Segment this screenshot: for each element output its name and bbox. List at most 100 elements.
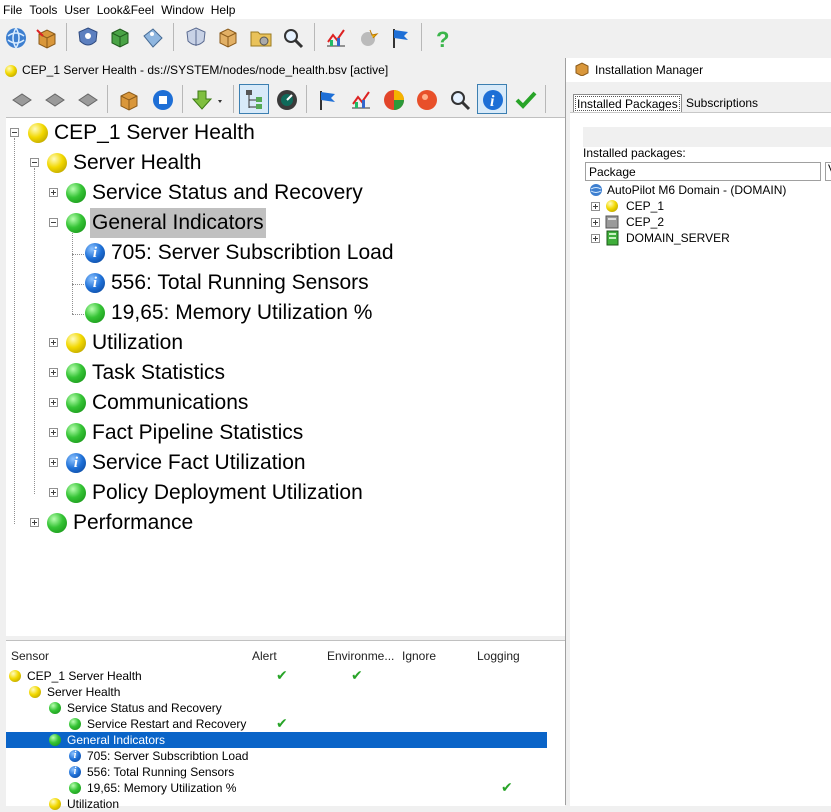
table-row[interactable]: CEP_1 Server Health ✔ ✔ (6, 668, 547, 684)
magnifier-icon[interactable] (444, 84, 474, 114)
check-icon[interactable] (510, 84, 540, 114)
alarm-icon[interactable] (411, 84, 441, 114)
expand-icon[interactable] (49, 368, 58, 377)
expand-icon[interactable] (49, 398, 58, 407)
installed-packages-label: Installed packages: (583, 146, 686, 160)
document-title-bar[interactable]: CEP_1 Server Health - ds://SYSTEM/nodes/… (0, 60, 563, 81)
green-box-icon[interactable] (104, 22, 134, 52)
diamond-icon[interactable] (72, 84, 102, 114)
table-row[interactable]: Service Status and Recovery (6, 700, 547, 716)
green-status-icon (66, 183, 86, 203)
green-status-icon (49, 734, 61, 746)
expand-icon[interactable] (591, 234, 600, 243)
expand-icon[interactable] (591, 202, 600, 211)
installation-manager-title-bar[interactable]: Installation Manager (566, 58, 831, 82)
green-status-icon (69, 782, 81, 794)
globe-icon (590, 184, 602, 196)
table-row[interactable]: i 705: Server Subscribtion Load (6, 748, 547, 764)
expand-icon[interactable] (49, 188, 58, 197)
document-toolbar: i (0, 81, 563, 117)
tab-installed-packages[interactable]: Installed Packages (573, 94, 682, 113)
package-icon (575, 62, 589, 76)
collapse-icon[interactable] (10, 128, 19, 137)
collapse-icon[interactable] (30, 158, 39, 167)
collapse-icon[interactable] (49, 218, 58, 227)
check-icon: ✔ (501, 779, 513, 795)
globe-icon[interactable] (0, 22, 30, 52)
flag-icon[interactable] (312, 84, 342, 114)
green-status-icon (85, 303, 105, 323)
burst-icon[interactable] (352, 22, 382, 52)
sensor-table: Sensor Alert Environme... Ignore Logging… (6, 640, 565, 811)
expand-icon[interactable] (49, 338, 58, 347)
installation-manager-title: Installation Manager (595, 63, 704, 77)
menu-help[interactable]: Help (208, 0, 240, 17)
column-header-sensor[interactable]: Sensor (11, 649, 49, 663)
table-row[interactable]: 19,65: Memory Utilization % ✔ (6, 780, 547, 796)
yellow-status-icon (5, 65, 17, 77)
info-icon[interactable]: i (477, 84, 507, 114)
package-icon[interactable] (113, 84, 143, 114)
table-row[interactable]: i 556: Total Running Sensors (6, 764, 547, 780)
green-status-icon (69, 718, 81, 730)
shield-icon[interactable] (180, 22, 210, 52)
yellow-status-icon (49, 798, 61, 810)
menu-user[interactable]: User (61, 0, 93, 17)
column-header-ignore[interactable]: Ignore (402, 649, 436, 663)
column-header-environment[interactable]: Environme... (327, 649, 394, 663)
expand-icon[interactable] (591, 218, 600, 227)
package-column-header[interactable]: Package (585, 162, 821, 181)
document-title: CEP_1 Server Health - ds://SYSTEM/nodes/… (22, 63, 389, 77)
stop-icon[interactable] (147, 84, 177, 114)
tree-icon[interactable] (239, 84, 269, 114)
expand-icon[interactable] (49, 458, 58, 467)
yellow-status-icon (47, 153, 67, 173)
green-status-icon (49, 702, 61, 714)
pie-icon[interactable] (378, 84, 408, 114)
version-column-header[interactable]: V (825, 162, 831, 181)
tab-subscriptions[interactable]: Subscriptions (683, 94, 761, 112)
table-row[interactable]: Utilization (6, 796, 547, 812)
svg-text:i: i (490, 93, 495, 110)
green-status-icon (66, 363, 86, 383)
menu-window[interactable]: Window (158, 0, 208, 17)
menu-bar: File Tools User Look&Feel Window Help (0, 0, 831, 20)
yellow-status-icon (606, 200, 618, 212)
package-icon[interactable] (31, 22, 61, 52)
chart-icon[interactable] (345, 84, 375, 114)
menu-lookfeel[interactable]: Look&Feel (94, 0, 158, 17)
green-status-icon (66, 213, 86, 233)
expand-icon[interactable] (30, 518, 39, 527)
expand-icon[interactable] (49, 488, 58, 497)
green-status-icon (66, 483, 86, 503)
check-icon: ✔ (351, 667, 363, 683)
gray-server-icon (605, 215, 619, 229)
diamond-icon[interactable] (39, 84, 69, 114)
green-status-icon (66, 423, 86, 443)
diamond-icon[interactable] (6, 84, 36, 114)
panel-header-strip (583, 127, 831, 147)
yellow-status-icon (66, 333, 86, 353)
table-row[interactable]: Service Restart and Recovery ✔ (6, 716, 547, 732)
folder-gear-icon[interactable] (245, 22, 275, 52)
table-row[interactable]: Server Health (6, 684, 547, 700)
column-header-logging[interactable]: Logging (477, 649, 520, 663)
gauge-icon[interactable] (271, 84, 301, 114)
tag-icon[interactable] (137, 22, 167, 52)
yellow-status-icon (29, 686, 41, 698)
table-row-selected[interactable]: General Indicators (6, 732, 547, 748)
box-icon[interactable] (212, 22, 242, 52)
flag-icon[interactable] (385, 22, 415, 52)
info-icon: i (69, 766, 81, 778)
magnifier-icon[interactable] (277, 22, 307, 52)
chart-icon[interactable] (320, 22, 350, 52)
help-icon[interactable]: ? (427, 22, 457, 52)
menu-tools[interactable]: Tools (26, 0, 61, 17)
menu-file[interactable]: File (0, 0, 26, 17)
yellow-status-icon (28, 123, 48, 143)
svg-text:?: ? (436, 27, 449, 50)
expand-icon[interactable] (49, 428, 58, 437)
user-shield-icon[interactable] (72, 22, 102, 52)
down-arrow-icon[interactable] (188, 84, 228, 114)
column-header-alert[interactable]: Alert (252, 649, 277, 663)
